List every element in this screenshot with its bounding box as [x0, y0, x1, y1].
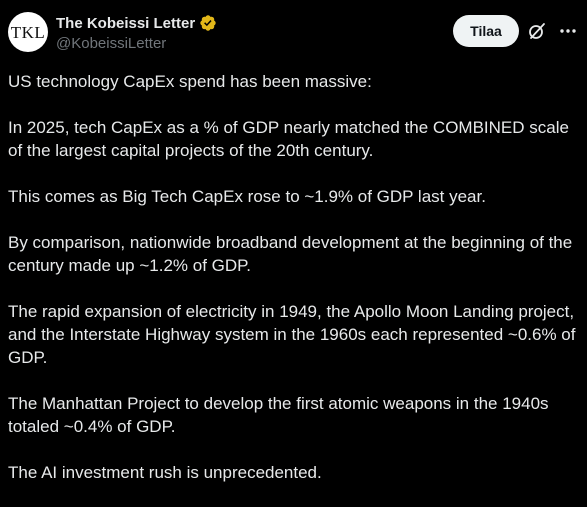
avatar-logo-text: TKL	[10, 22, 46, 42]
post-paragraph: The rapid expansion of electricity in 19…	[8, 302, 576, 367]
more-icon[interactable]	[558, 21, 578, 41]
author-info: The Kobeissi Letter @KobeissiLetter	[56, 13, 217, 52]
author-handle[interactable]: @KobeissiLetter	[56, 35, 217, 52]
post-paragraph: In 2025, tech CapEx as a % of GDP nearly…	[8, 118, 569, 160]
post-paragraph: The AI investment rush is unprecedented.	[8, 463, 322, 482]
avatar[interactable]: TKL	[8, 12, 48, 52]
post-paragraph: US technology CapEx spend has been massi…	[8, 72, 372, 91]
author-display-name[interactable]: The Kobeissi Letter	[56, 15, 195, 32]
post-header: TKL The Kobeissi Letter @KobeissiLetter …	[0, 0, 587, 64]
subscribe-button[interactable]: Tilaa	[453, 15, 519, 47]
post-paragraph: This comes as Big Tech CapEx rose to ~1.…	[8, 187, 486, 206]
post-paragraph: By comparison, nationwide broadband deve…	[8, 233, 573, 275]
post-paragraph: The Manhattan Project to develop the fir…	[8, 394, 549, 436]
grok-icon[interactable]	[527, 21, 547, 41]
verified-badge-icon[interactable]	[199, 14, 217, 32]
author-name-row: The Kobeissi Letter	[56, 13, 217, 33]
post-text: US technology CapEx spend has been massi…	[8, 70, 580, 507]
